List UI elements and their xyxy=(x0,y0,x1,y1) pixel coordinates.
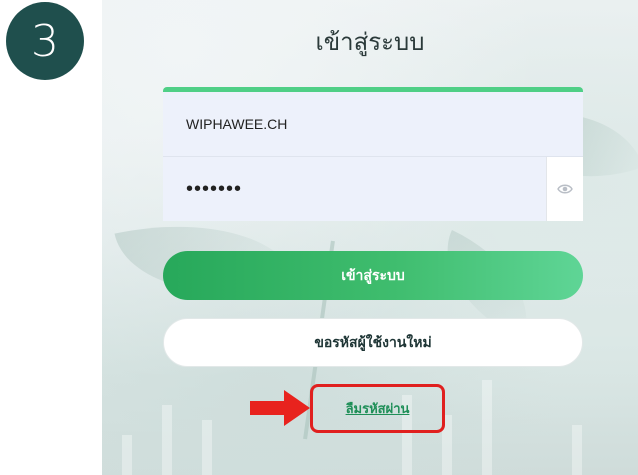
login-button-label: เข้าสู่ระบบ xyxy=(341,267,405,284)
username-field[interactable]: WIPHAWEE.CH xyxy=(163,92,583,156)
login-button[interactable]: เข้าสู่ระบบ xyxy=(163,251,583,300)
red-arrow-icon xyxy=(250,390,310,426)
username-value: WIPHAWEE.CH xyxy=(186,116,288,132)
register-button[interactable]: ขอรหัสผู้ใช้งานใหม่ xyxy=(163,318,583,367)
forgot-password-highlight: ลืมรหัสผ่าน xyxy=(310,384,445,433)
password-field[interactable]: ••••••• xyxy=(163,157,583,221)
step-number-badge: 3 xyxy=(6,2,84,80)
register-button-label: ขอรหัสผู้ใช้งานใหม่ xyxy=(314,334,432,351)
eye-icon xyxy=(557,184,573,194)
step-number: 3 xyxy=(31,15,59,67)
show-password-button[interactable] xyxy=(546,157,583,221)
page-title: เข้าสู่ระบบ xyxy=(315,28,425,56)
login-form: WIPHAWEE.CH ••••••• xyxy=(163,87,583,221)
password-value: ••••••• xyxy=(186,177,243,200)
forgot-password-link[interactable]: ลืมรหัสผ่าน xyxy=(346,398,410,419)
login-panel: เข้าสู่ระบบ WIPHAWEE.CH ••••••• เข้าสู่ร… xyxy=(102,0,638,475)
